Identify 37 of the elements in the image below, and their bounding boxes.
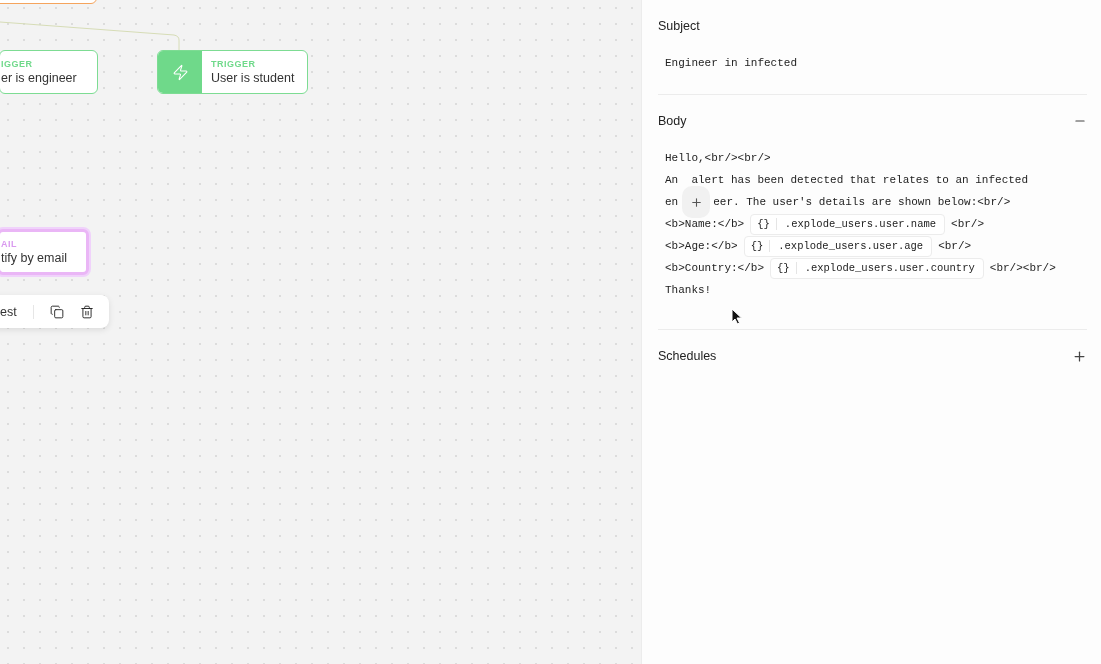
section-title: Body [658,114,687,128]
body-text: Hello,<br/><br/> [665,152,771,164]
cursor-icon [731,308,743,325]
body-text: <br/> [951,218,985,230]
body-text: <b>Country:</b> [665,262,765,274]
copy-button[interactable] [50,304,64,319]
workflow-node[interactable]: TRIGGER User is student [157,50,308,94]
expand-button[interactable] [1072,348,1087,364]
section-title: Subject [658,19,700,33]
lightning-icon [171,63,189,81]
plus-icon [1072,348,1087,364]
trash-icon [80,304,94,319]
node-title: er is engineer [1,71,77,85]
workflow-node[interactable]: AIL tify by email [0,229,89,275]
body-text: <b>Age:</b> [665,240,738,252]
body-text: <br/><br/> [989,262,1056,274]
section-title: Schedules [658,349,717,363]
body-text: Thanks! [665,284,712,296]
node-title: tify by email [1,251,67,265]
subject-value[interactable]: Engineer in infected [665,52,1087,74]
node-type-label: TRIGGER [211,59,257,69]
node-type-label: IGGER [1,59,34,69]
body-text: <b>Name:</b> [665,218,745,230]
body-text: eer. The user's details are shown below:<br/> [713,196,1011,208]
body-text: <br/> [938,240,972,252]
node-title: User is student [211,71,295,85]
test-label[interactable]: est [0,304,34,319]
workflow-node[interactable]: IGGER er is engineer [0,50,98,94]
variable-chip[interactable]: {} .explode_users.user.country [770,257,984,279]
body-text: en [665,196,679,208]
plus-icon [689,195,703,209]
variable-chip[interactable]: {} .explode_users.user.age [743,235,933,257]
body-text: An alert has been detected that relates to an infected [665,174,1029,186]
node-type-label: AIL [1,239,18,249]
variable-chip[interactable]: {} .explode_users.user.name [750,213,946,235]
copy-icon [50,304,64,319]
delete-button[interactable] [80,304,94,319]
